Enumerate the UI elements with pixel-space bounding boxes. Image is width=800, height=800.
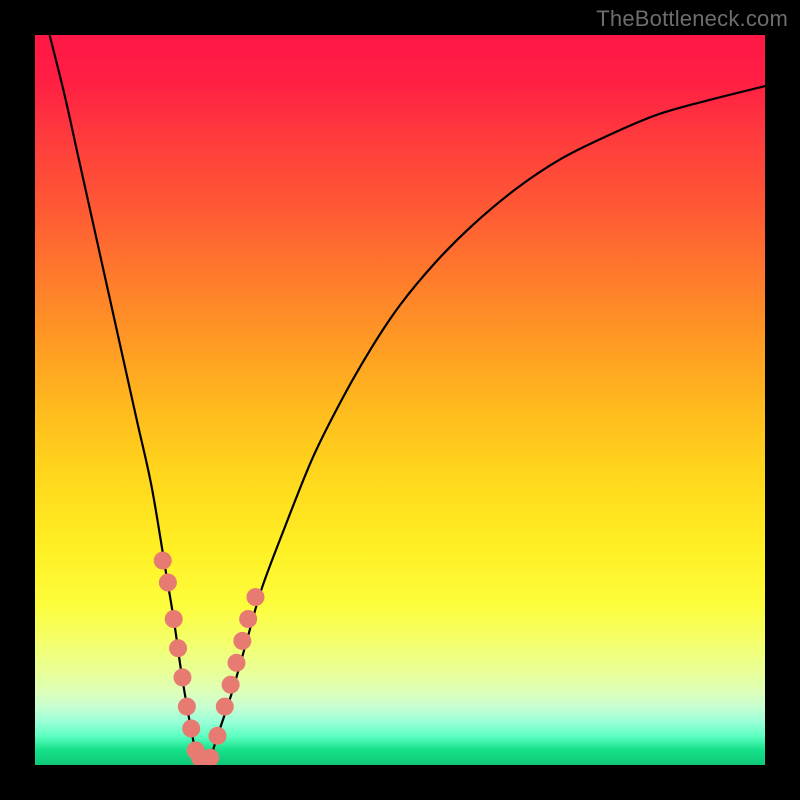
marker-dot [216, 698, 234, 716]
highlight-markers [154, 552, 265, 765]
marker-dot [165, 610, 183, 628]
marker-dot [222, 676, 240, 694]
marker-dot [159, 574, 177, 592]
marker-dot [182, 720, 200, 738]
marker-dot [209, 727, 227, 745]
marker-dot [233, 632, 251, 650]
plot-area [35, 35, 765, 765]
marker-dot [173, 668, 191, 686]
watermark-text: TheBottleneck.com [596, 6, 788, 32]
marker-dot [178, 698, 196, 716]
marker-dot [169, 639, 187, 657]
marker-dot [227, 654, 245, 672]
marker-dot [246, 588, 264, 606]
chart-frame: TheBottleneck.com [0, 0, 800, 800]
chart-svg [35, 35, 765, 765]
marker-dot [239, 610, 257, 628]
marker-dot [154, 552, 172, 570]
bottleneck-curve [50, 35, 765, 765]
